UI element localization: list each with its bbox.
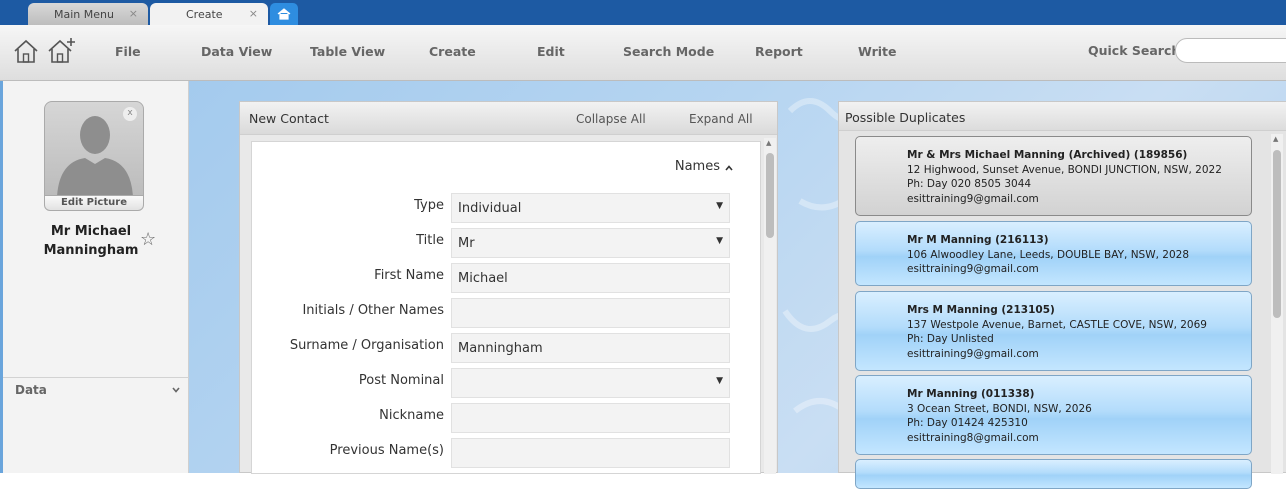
type-label: Type — [414, 198, 444, 213]
first-name-field[interactable]: Michael — [451, 263, 730, 293]
tab-create[interactable]: Create × — [150, 3, 268, 25]
sidebar-edge — [0, 81, 3, 473]
contact-form: Names Type Individual ▼ Title Mr ▼ First… — [251, 141, 761, 474]
data-section-header[interactable]: Data — [3, 377, 189, 401]
avatar[interactable]: x — [44, 101, 144, 196]
menu-report[interactable]: Report — [755, 44, 803, 59]
menu-data-view[interactable]: Data View — [201, 44, 272, 59]
tab-home-button[interactable] — [270, 3, 298, 25]
surname-field[interactable]: Manningham — [451, 333, 730, 363]
nickname-field[interactable] — [451, 403, 730, 433]
first-name-label: First Name — [374, 268, 444, 283]
previous-names-field[interactable] — [451, 438, 730, 468]
previous-names-label: Previous Name(s) — [329, 443, 444, 458]
duplicate-card[interactable]: Mr & Mrs Michael Manning (Archived) (189… — [855, 136, 1252, 216]
collapse-all-link[interactable]: Collapse All — [576, 112, 646, 126]
dropdown-arrow-icon: ▼ — [716, 236, 723, 246]
dropdown-arrow-icon: ▼ — [716, 376, 723, 386]
duplicate-email: esittraining9@gmail.com — [907, 263, 1039, 275]
panel-header: New Contact Collapse All Expand All — [240, 102, 777, 135]
close-tab-icon[interactable]: × — [249, 7, 258, 20]
duplicate-name: Mr Manning (011338) — [907, 388, 1035, 400]
duplicate-name: Mr M Manning (216113) — [907, 234, 1049, 246]
menu-create[interactable]: Create — [429, 44, 476, 59]
menu-edit[interactable]: Edit — [537, 44, 565, 59]
panel-header: Possible Duplicates — [839, 102, 1286, 131]
initials-label: Initials / Other Names — [302, 303, 444, 318]
person-name-line: Manningham — [43, 243, 139, 258]
duplicate-address: 12 Highwood, Sunset Avenue, BONDI JUNCTI… — [907, 163, 1222, 176]
tab-label: Main Menu — [54, 7, 114, 21]
home-icon — [277, 8, 291, 20]
duplicates-scrollbar[interactable]: ▲ — [1271, 134, 1283, 474]
menu-table-view[interactable]: Table View — [310, 44, 385, 59]
star-icon[interactable]: ☆ — [140, 229, 156, 250]
post-nominal-label: Post Nominal — [358, 373, 444, 388]
duplicate-name: Mrs M Manning (213105) — [907, 304, 1055, 316]
edit-picture-button[interactable]: Edit Picture — [44, 195, 144, 211]
main-toolbar: File Data View Table View Create Edit Se… — [0, 25, 1286, 81]
add-home-icon[interactable] — [46, 37, 76, 65]
duplicate-email: esittraining8@gmail.com — [907, 431, 1039, 444]
close-tab-icon[interactable]: × — [129, 7, 138, 20]
type-select[interactable]: Individual ▼ — [451, 193, 730, 223]
type-value: Individual — [458, 201, 522, 216]
tab-main-menu[interactable]: Main Menu × — [28, 3, 148, 25]
duplicate-card[interactable]: Mr Manning (011338) 3 Ocean Street, BOND… — [855, 375, 1252, 455]
surname-label: Surname / Organisation — [289, 338, 444, 353]
chevron-down-icon — [172, 387, 180, 393]
title-value: Mr — [458, 236, 475, 251]
duplicate-card[interactable]: Mr M Manning (216113) 106 Alwoodley Lane… — [855, 221, 1252, 286]
duplicate-name: Mr & Mrs Michael Manning (Archived) (189… — [907, 149, 1188, 161]
person-name-line: Mr Michael — [50, 224, 132, 239]
duplicate-card[interactable] — [855, 459, 1252, 489]
names-section-title[interactable]: Names — [675, 159, 720, 174]
tab-bar: Main Menu × Create × — [0, 0, 1286, 25]
panel-title: New Contact — [249, 111, 329, 126]
quick-search-input[interactable] — [1175, 38, 1286, 63]
tab-label: Create — [186, 7, 223, 21]
menu-file[interactable]: File — [115, 44, 141, 59]
duplicate-phone: Ph: Day 01424 425310 — [907, 417, 1028, 429]
record-sidebar: x Edit Picture Mr Michael Manningham ☆ D… — [0, 81, 189, 473]
panel-title: Possible Duplicates — [845, 110, 966, 125]
nickname-label: Nickname — [379, 408, 444, 423]
post-nominal-select[interactable]: ▼ — [451, 368, 730, 398]
duplicate-email: esittraining9@gmail.com — [907, 192, 1039, 205]
form-scrollbar[interactable]: ▲ — [764, 138, 776, 474]
scroll-up-icon[interactable]: ▲ — [1273, 135, 1278, 143]
title-select[interactable]: Mr ▼ — [451, 228, 730, 258]
possible-duplicates-panel: Possible Duplicates Mr & Mrs Michael Man… — [838, 101, 1286, 489]
person-name: Mr Michael Manningham — [33, 222, 149, 260]
menu-search-mode[interactable]: Search Mode — [623, 44, 714, 59]
data-section-label: Data — [15, 383, 47, 397]
title-label: Title — [416, 233, 444, 248]
duplicate-phone: Ph: Day 020 8505 3044 — [907, 178, 1032, 190]
duplicate-address: 137 Westpole Avenue, Barnet, CASTLE COVE… — [907, 318, 1207, 331]
scroll-up-icon[interactable]: ▲ — [766, 139, 771, 147]
duplicate-phone: Ph: Day Unlisted — [907, 333, 994, 345]
duplicate-address: 3 Ocean Street, BONDI, NSW, 2026 — [907, 402, 1092, 415]
scrollbar-thumb[interactable] — [1273, 150, 1281, 318]
menu-write[interactable]: Write — [858, 44, 896, 59]
new-contact-panel: New Contact Collapse All Expand All Name… — [239, 101, 778, 474]
duplicate-address: 106 Alwoodley Lane, Leeds, DOUBLE BAY, N… — [907, 248, 1189, 261]
duplicate-email: esittraining9@gmail.com — [907, 347, 1039, 360]
home-icon[interactable] — [12, 37, 40, 65]
dropdown-arrow-icon: ▼ — [716, 201, 723, 211]
caret-up-icon[interactable] — [724, 163, 734, 173]
expand-all-link[interactable]: Expand All — [689, 112, 753, 126]
initials-field[interactable] — [451, 298, 730, 328]
duplicate-card[interactable]: Mrs M Manning (213105) 137 Westpole Aven… — [855, 291, 1252, 371]
quick-search-label: Quick Search — [1088, 43, 1181, 58]
remove-picture-icon[interactable]: x — [123, 107, 137, 121]
scrollbar-thumb[interactable] — [766, 153, 774, 238]
